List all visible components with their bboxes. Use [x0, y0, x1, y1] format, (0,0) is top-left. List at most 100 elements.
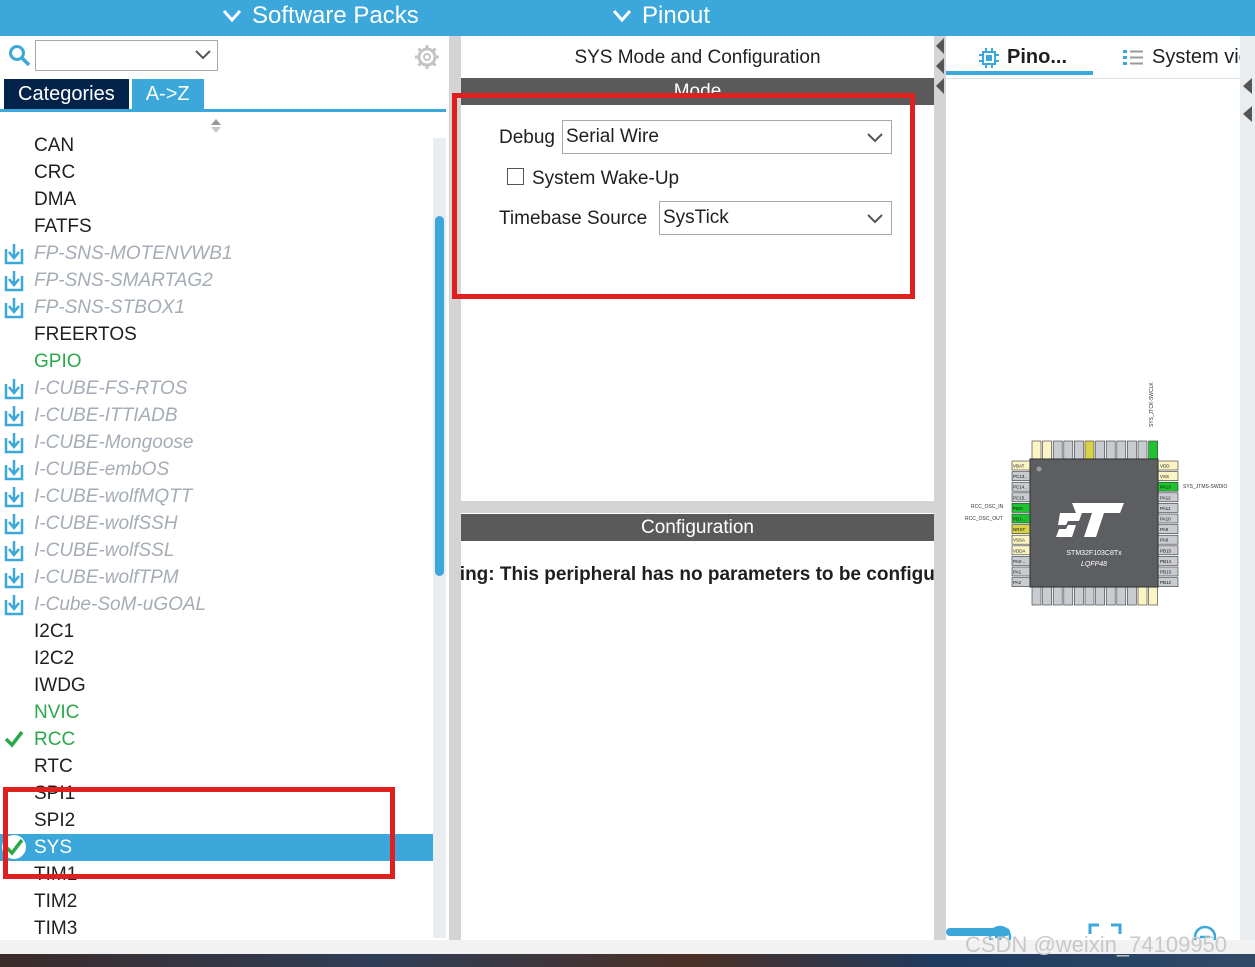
tab-categories[interactable]: Categories — [4, 79, 129, 109]
timebase-select[interactable]: SysTick — [659, 201, 892, 235]
tab-a-to-z[interactable]: A->Z — [131, 79, 204, 109]
pin-top[interactable] — [1074, 440, 1084, 460]
software-packs-menu[interactable]: Software Packs — [222, 0, 419, 32]
pin-bottom[interactable] — [1063, 586, 1074, 606]
pinout-canvas[interactable]: SYS_JTCK-SWCLK SYS_JTMS-SWDIO RCC_OSC_IN… — [946, 78, 1241, 957]
category-item-i-cube-wolfssl[interactable]: I-CUBE-wolfSSL — [0, 537, 433, 564]
category-item-fp-sns-stbox1[interactable]: FP-SNS-STBOX1 — [0, 294, 433, 321]
pin-bottom[interactable] — [1042, 586, 1052, 606]
pin-label-swclk: SYS_JTCK-SWCLK — [1149, 382, 1155, 427]
pin-right-label: VDD — [1160, 464, 1170, 469]
list-scrollbar-thumb[interactable] — [435, 216, 444, 576]
category-item-i-cube-ittiadb[interactable]: I-CUBE-ITTIADB — [0, 402, 433, 429]
pin-right-label: PA10 — [1160, 517, 1171, 522]
category-item-i-cube-som-ugoal[interactable]: I-Cube-SoM-uGOAL — [0, 591, 433, 618]
category-list: CAN CRC DMA FATFS FP-SNS-MOTENVWB1 FP-SNS-SMA… — [0, 132, 433, 942]
chevron-down-icon — [867, 214, 883, 224]
pin-bottom[interactable] — [1148, 586, 1158, 606]
category-item-crc[interactable]: CRC — [0, 159, 433, 186]
search-icon[interactable] — [8, 44, 32, 68]
pin-left-label: PC13.. — [1013, 474, 1027, 479]
chevron-down-icon[interactable] — [195, 50, 211, 60]
category-item-label: I-CUBE-wolfTPM — [34, 567, 179, 588]
category-item-label: NVIC — [34, 702, 80, 723]
pin-top[interactable] — [1042, 440, 1052, 460]
category-item-i2c1[interactable]: I2C1 — [0, 618, 433, 645]
pin-bottom[interactable] — [1137, 586, 1148, 606]
category-item-i-cube-wolfssh[interactable]: I-CUBE-wolfSSH — [0, 510, 433, 537]
category-item-fp-sns-smartag2[interactable]: FP-SNS-SMARTAG2 — [0, 267, 433, 294]
warning-text: Warning: This peripheral has no paramete… — [461, 564, 934, 585]
category-item-gpio[interactable]: GPIO — [0, 348, 433, 375]
category-item-i-cube-embos[interactable]: I-CUBE-embOS — [0, 456, 433, 483]
chevron-down-icon — [222, 10, 242, 23]
pin-bottom[interactable] — [1116, 586, 1127, 606]
pin-bottom[interactable] — [1074, 586, 1084, 606]
pin-top[interactable] — [1084, 440, 1095, 460]
category-item-i-cube-fs-rtos[interactable]: I-CUBE-FS-RTOS — [0, 375, 433, 402]
pin-top[interactable] — [1095, 440, 1105, 460]
category-item-sys[interactable]: SYS — [0, 834, 433, 861]
pin-top[interactable] — [1031, 440, 1042, 460]
pin-bottom[interactable] — [1031, 586, 1042, 606]
tab-pinout-underline — [946, 71, 1093, 75]
debug-select[interactable]: Serial Wire — [562, 120, 892, 154]
category-item-tim2[interactable]: TIM2 — [0, 888, 433, 915]
pin-top[interactable] — [1105, 440, 1116, 460]
pin-bottom[interactable] — [1084, 586, 1095, 606]
category-item-tim1[interactable]: TIM1 — [0, 861, 433, 888]
watermark: CSDN @weixin_74109950 — [965, 932, 1228, 957]
mcu-chip[interactable]: SYS_JTCK-SWCLK SYS_JTMS-SWDIO RCC_OSC_IN… — [946, 379, 1241, 624]
chevron-down-icon — [612, 10, 632, 23]
tab-underline — [0, 109, 446, 112]
mcu-chip-drawing[interactable]: SYS_JTCK-SWCLK SYS_JTMS-SWDIO RCC_OSC_IN… — [946, 379, 1241, 619]
category-item-nvic[interactable]: NVIC — [0, 699, 433, 726]
pin-bottom[interactable] — [1095, 586, 1105, 606]
category-item-dma[interactable]: DMA — [0, 186, 433, 213]
category-item-rcc[interactable]: RCC — [0, 726, 433, 753]
pin-left-label: PD1-.. — [1013, 517, 1026, 522]
pin-right-label: PA9 — [1160, 527, 1169, 532]
panel-divider-left[interactable] — [449, 36, 461, 940]
tab-system-view[interactable]: System view — [1122, 46, 1255, 69]
category-item-rtc[interactable]: RTC — [0, 753, 433, 780]
pinout-label: Pinout — [642, 2, 711, 29]
panel-divider-right[interactable] — [934, 36, 946, 940]
category-item-label: RTC — [34, 756, 73, 777]
pin-top[interactable] — [1148, 440, 1158, 460]
download-pack-icon — [4, 460, 24, 481]
category-item-i-cube-wolfmqtt[interactable]: I-CUBE-wolfMQTT — [0, 483, 433, 510]
right-collapse-strip[interactable] — [1240, 36, 1255, 940]
search-input[interactable] — [35, 40, 218, 71]
category-item-i-cube-mongoose[interactable]: I-CUBE-Mongoose — [0, 429, 433, 456]
pin-top[interactable] — [1116, 440, 1127, 460]
gear-icon[interactable] — [414, 44, 440, 70]
pin-bottom[interactable] — [1127, 586, 1137, 606]
category-item-can[interactable]: CAN — [0, 132, 433, 159]
pin-right-label: PA12 — [1160, 495, 1171, 500]
pin-top[interactable] — [1137, 440, 1148, 460]
pin-left-label: PA0-.. — [1013, 559, 1025, 564]
pin-bottom[interactable] — [1052, 586, 1063, 606]
pin-top[interactable] — [1127, 440, 1137, 460]
pin-top[interactable] — [1063, 440, 1074, 460]
pinout-menu[interactable]: Pinout — [612, 0, 710, 32]
category-item-fp-sns-motenvwb1[interactable]: FP-SNS-MOTENVWB1 — [0, 240, 433, 267]
download-pack-icon — [4, 244, 24, 265]
category-item-tim3[interactable]: TIM3 — [0, 915, 433, 942]
mode-config-splitter[interactable] — [461, 501, 934, 513]
category-item-spi2[interactable]: SPI2 — [0, 807, 433, 834]
download-pack-icon — [4, 568, 24, 589]
category-item-iwdg[interactable]: IWDG — [0, 672, 433, 699]
pin-top[interactable] — [1052, 440, 1063, 460]
category-item-label: FP-SNS-MOTENVWB1 — [34, 243, 233, 264]
category-item-i-cube-wolftpm[interactable]: I-CUBE-wolfTPM — [0, 564, 433, 591]
download-pack-icon — [4, 595, 24, 616]
category-item-i2c2[interactable]: I2C2 — [0, 645, 433, 672]
pin-bottom[interactable] — [1105, 586, 1116, 606]
category-item-fatfs[interactable]: FATFS — [0, 213, 433, 240]
system-wakeup-checkbox[interactable] — [507, 168, 524, 185]
tab-pinout-view[interactable]: Pino... — [978, 46, 1067, 69]
category-item-freertos[interactable]: FREERTOS — [0, 321, 433, 348]
category-item-spi1[interactable]: SPI1 — [0, 780, 433, 807]
